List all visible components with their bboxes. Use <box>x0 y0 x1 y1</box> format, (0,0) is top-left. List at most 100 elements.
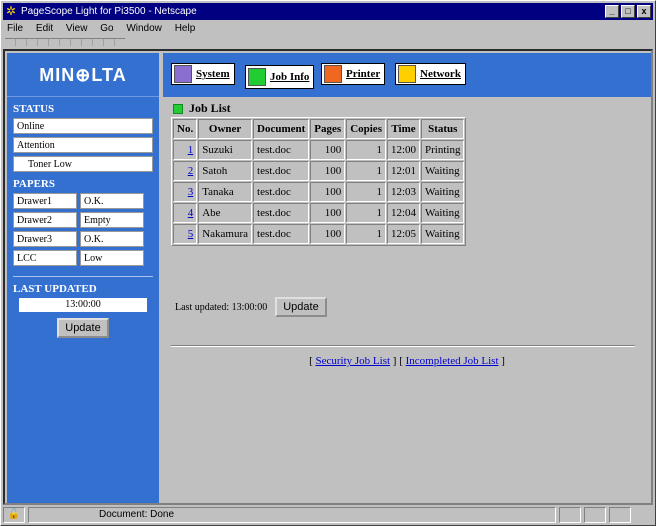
status-bar: 🔓 Document: Done <box>3 507 653 524</box>
cell-copies: 1 <box>346 140 386 160</box>
cell-copies: 1 <box>346 182 386 202</box>
cell-status: Waiting <box>421 161 465 181</box>
system-tab-icon <box>174 65 192 83</box>
cell-owner: Abe <box>198 203 253 223</box>
update-button[interactable]: Update <box>275 297 327 317</box>
incompleted-job-list-link[interactable]: Incompleted Job List <box>406 355 499 367</box>
job-list-title: Job List <box>189 101 231 115</box>
table-row: 2 Satoh test.doc 100 1 12:01 Waiting <box>173 161 465 181</box>
cell-owner: Tanaka <box>198 182 253 202</box>
sidebar-update-button[interactable]: Update <box>57 318 109 338</box>
minolta-logo: MIN⊕LTA <box>7 53 159 97</box>
cell-copies: 1 <box>346 224 386 244</box>
menu-view[interactable]: View <box>66 23 88 34</box>
status-attention: Attention <box>13 137 153 153</box>
cell-copies: 1 <box>346 203 386 223</box>
resize-grip-icon[interactable] <box>609 507 631 523</box>
paper-row: LCC Low <box>13 250 153 266</box>
cell-time: 12:00 <box>386 140 421 160</box>
papers-heading: PAPERS <box>13 178 55 190</box>
divider <box>171 345 635 347</box>
paper-row: Drawer3 O.K. <box>13 231 153 247</box>
security-job-list-link[interactable]: Security Job List <box>315 355 390 367</box>
cell-document: test.doc <box>253 224 310 244</box>
table-row: 5 Nakamura test.doc 100 1 12:05 Waiting <box>173 224 465 244</box>
toolbar-grip[interactable] <box>5 38 125 46</box>
cell-time: 12:01 <box>386 161 421 181</box>
tab-label: Printer <box>346 68 381 80</box>
status-text: Document: Done <box>28 507 556 523</box>
printer-tab-icon <box>324 65 342 83</box>
job-link[interactable]: 2 <box>188 165 194 177</box>
tab-system[interactable]: System <box>171 63 235 85</box>
last-updated-row: Last updated: 13:00:00 Update <box>175 297 327 317</box>
title-bar: ✲ PageScope Light for Pi3500 - Netscape … <box>3 3 653 20</box>
security-lock-icon[interactable]: 🔓 <box>3 507 25 523</box>
job-link[interactable]: 4 <box>188 207 194 219</box>
paper-name: LCC <box>13 250 77 266</box>
paper-state: Empty <box>80 212 144 228</box>
table-row: 4 Abe test.doc 100 1 12:04 Waiting <box>173 203 465 223</box>
paper-row: Drawer2 Empty <box>13 212 153 228</box>
col-owner: Owner <box>198 119 253 139</box>
cell-document: test.doc <box>253 161 310 181</box>
col-pages: Pages <box>310 119 346 139</box>
col-no: No. <box>173 119 198 139</box>
close-button[interactable]: x <box>637 5 651 18</box>
menu-go[interactable]: Go <box>100 23 113 34</box>
cell-copies: 1 <box>346 161 386 181</box>
cell-pages: 100 <box>310 182 346 202</box>
menu-window[interactable]: Window <box>126 23 162 34</box>
paper-state: O.K. <box>80 193 144 209</box>
tab-printer[interactable]: Printer <box>321 63 386 85</box>
job-link[interactable]: 3 <box>188 186 194 198</box>
paper-state: O.K. <box>80 231 144 247</box>
cell-status: Waiting <box>421 203 465 223</box>
cell-pages: 100 <box>310 224 346 244</box>
tab-network[interactable]: Network <box>395 63 466 85</box>
netscape-icon: ✲ <box>6 4 17 18</box>
cell-status: Waiting <box>421 182 465 202</box>
last-updated-time: 13:00:00 <box>19 298 147 312</box>
cell-status: Waiting <box>421 224 465 244</box>
job-list-links: [ Security Job List ] [ Incompleted Job … <box>309 355 505 367</box>
maximize-button[interactable]: □ <box>621 5 635 18</box>
page-content: MIN⊕LTA STATUS Online Attention Toner Lo… <box>3 49 653 505</box>
job-info-panel: Job List No. Owner Document Pages Copies… <box>163 99 651 503</box>
minimize-button[interactable]: _ <box>605 5 619 18</box>
tab-label: System <box>196 68 230 80</box>
job-link[interactable]: 5 <box>188 228 194 240</box>
menu-edit[interactable]: Edit <box>36 23 53 34</box>
page-title: Job List <box>173 101 231 116</box>
status-cell <box>559 507 581 523</box>
cell-status: Printing <box>421 140 465 160</box>
job-table: No. Owner Document Pages Copies Time Sta… <box>171 117 467 246</box>
table-row: 1 Suzuki test.doc 100 1 12:00 Printing <box>173 140 465 160</box>
tab-label: Job Info <box>270 71 310 83</box>
cell-pages: 100 <box>310 140 346 160</box>
table-header-row: No. Owner Document Pages Copies Time Sta… <box>173 119 465 139</box>
menu-help[interactable]: Help <box>175 23 196 34</box>
tab-bar: System Job Info Printer Network <box>163 53 651 97</box>
cell-time: 12:03 <box>386 182 421 202</box>
job-info-tab-icon <box>248 68 266 86</box>
cell-pages: 100 <box>310 161 346 181</box>
cell-owner: Nakamura <box>198 224 253 244</box>
col-copies: Copies <box>346 119 386 139</box>
menu-file[interactable]: File <box>7 23 23 34</box>
paper-state: Low <box>80 250 144 266</box>
paper-name: Drawer2 <box>13 212 77 228</box>
job-link[interactable]: 1 <box>188 144 194 156</box>
job-list-icon <box>173 103 183 114</box>
browser-window: ✲ PageScope Light for Pi3500 - Netscape … <box>0 0 656 526</box>
col-time: Time <box>386 119 421 139</box>
status-sidebar: MIN⊕LTA STATUS Online Attention Toner Lo… <box>7 53 159 503</box>
tab-job-info[interactable]: Job Info <box>245 65 315 89</box>
cell-document: test.doc <box>253 140 310 160</box>
menu-bar: File Edit View Go Window Help <box>3 21 653 37</box>
table-row: 3 Tanaka test.doc 100 1 12:03 Waiting <box>173 182 465 202</box>
status-online: Online <box>13 118 153 134</box>
paper-name: Drawer1 <box>13 193 77 209</box>
cell-time: 12:05 <box>386 224 421 244</box>
network-tab-icon <box>398 65 416 83</box>
